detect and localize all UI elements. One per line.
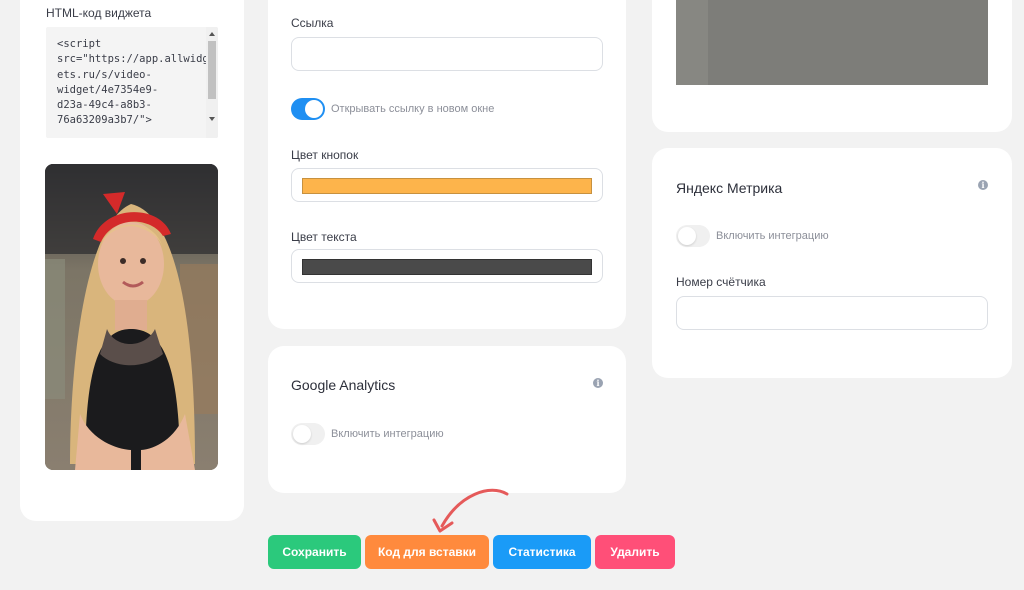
embed-code-button[interactable]: Код для вставки (365, 535, 489, 569)
button-color-picker[interactable] (291, 168, 603, 202)
google-analytics-card: Google Analytics i Включить интеграцию (268, 346, 626, 493)
link-input[interactable] (291, 37, 603, 71)
scroll-down-arrow-icon[interactable] (209, 117, 215, 121)
text-color-picker[interactable] (291, 249, 603, 283)
preview-image (676, 0, 988, 85)
google-analytics-title: Google Analytics (291, 377, 396, 393)
preview-card (652, 0, 1012, 132)
html-code-textarea[interactable]: <script src="https://app.allwidg ets.ru/… (46, 27, 218, 138)
html-code-label: HTML-код виджета (46, 6, 152, 20)
button-color-swatch (302, 178, 592, 194)
yandex-metrika-toggle-label: Включить интеграцию (716, 230, 829, 242)
delete-button[interactable]: Удалить (595, 535, 675, 569)
save-button[interactable]: Сохранить (268, 535, 361, 569)
counter-number-input[interactable] (676, 296, 988, 330)
counter-number-label: Номер счётчика (676, 275, 766, 289)
yandex-metrika-title: Яндекс Метрика (676, 180, 783, 196)
text-color-label: Цвет текста (291, 230, 357, 244)
text-color-swatch (302, 259, 592, 275)
textarea-scrollbar[interactable] (206, 27, 218, 138)
yandex-metrika-info-icon[interactable]: i (978, 180, 988, 190)
open-new-window-toggle[interactable] (291, 98, 325, 120)
link-settings-card: Ссылка Открывать ссылку в новом окне Цве… (268, 0, 626, 329)
google-analytics-info-icon[interactable]: i (593, 378, 603, 388)
video-preview[interactable] (45, 164, 218, 470)
html-code-text: <script src="https://app.allwidg ets.ru/… (57, 38, 209, 127)
link-label: Ссылка (291, 16, 334, 30)
statistics-button[interactable]: Статистика (493, 535, 591, 569)
yandex-metrika-toggle[interactable] (676, 225, 710, 247)
scroll-up-arrow-icon[interactable] (209, 32, 215, 36)
video-thumbnail-image (45, 164, 218, 470)
google-analytics-toggle-label: Включить интеграцию (331, 428, 444, 440)
yandex-metrika-card: Яндекс Метрика i Включить интеграцию Ном… (652, 148, 1012, 378)
google-analytics-toggle[interactable] (291, 423, 325, 445)
scrollbar-thumb[interactable] (208, 41, 216, 99)
button-color-label: Цвет кнопок (291, 148, 359, 162)
open-new-window-label: Открывать ссылку в новом окне (331, 103, 495, 115)
widget-code-card: HTML-код виджета <script src="https://ap… (20, 0, 244, 521)
annotation-arrow-icon (432, 488, 509, 533)
